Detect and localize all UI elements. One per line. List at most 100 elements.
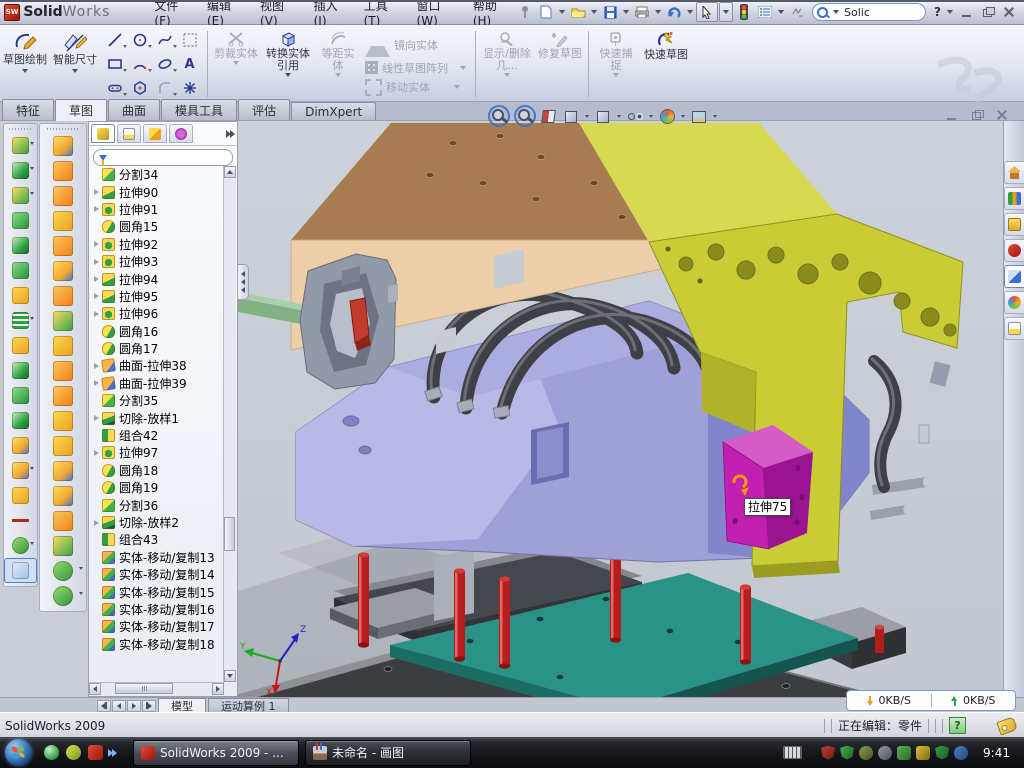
expand-arrow-icon[interactable] [91,293,102,299]
options-caret-icon[interactable] [778,10,784,14]
tray-volume-icon[interactable] [878,746,892,760]
undercut-analysis-icon[interactable] [40,233,86,258]
save-icon[interactable] [600,3,620,21]
tray-signal-icon[interactable] [897,746,911,760]
hide-show-items-icon[interactable] [626,107,644,125]
save-caret-icon[interactable] [623,10,629,14]
quicklaunch-messenger-icon[interactable] [44,745,59,760]
split-body-icon[interactable] [4,383,37,408]
expand-arrow-icon[interactable] [91,380,102,386]
featuremanager-tab[interactable] [91,124,115,143]
print-icon[interactable] [632,3,652,21]
expand-arrow-icon[interactable] [91,276,102,282]
dimxpertmanager-tab[interactable] [169,124,193,143]
parting-line-icon[interactable] [40,133,86,158]
delete-body-icon[interactable] [4,408,37,433]
core-icon[interactable] [40,433,86,458]
spline-tool-icon[interactable] [152,28,177,52]
search-box[interactable]: Solic [812,3,926,21]
point-tool-icon[interactable] [177,76,202,100]
appearances-icon[interactable] [1004,291,1024,314]
tree-item[interactable]: 拉伸90 [91,183,223,200]
toolbar-grip[interactable] [47,126,79,131]
extruded-cut-icon[interactable] [4,233,37,258]
extruded-boss-icon[interactable] [4,133,37,158]
move-copy-body-icon[interactable] [4,433,37,458]
dropdown-caret-icon[interactable] [649,115,653,118]
zoom-area-icon[interactable] [514,105,536,127]
shell-icon[interactable] [4,258,37,283]
scale-icon[interactable] [40,258,86,283]
dropdown-caret-icon[interactable] [617,115,621,118]
appearance-icon[interactable] [658,107,676,125]
tree-item[interactable]: 实体-移动/复制17 [91,618,223,635]
tree-hscroll-thumb[interactable] [115,683,173,694]
arc-tool-icon[interactable] [127,52,152,76]
dropdown-caret-icon[interactable] [30,142,34,145]
tree-item[interactable]: 实体-移动/复制16 [91,601,223,618]
tree-item[interactable]: 拉伸96 [91,305,223,322]
file-explorer-icon[interactable] [1004,213,1024,236]
doc-tab-运动算例 1[interactable]: 运动算例 1 [208,698,289,713]
section-view-icon[interactable] [540,107,558,125]
next-tab-icon[interactable] [127,700,141,712]
pin-icon[interactable] [515,3,535,21]
scroll-left-icon[interactable] [89,683,101,695]
tree-item[interactable]: 圆角16 [91,323,223,340]
expand-arrow-icon[interactable] [91,189,102,195]
tree-item[interactable]: 实体-移动/复制14 [91,566,223,583]
dropdown-caret-icon[interactable] [713,115,717,118]
offset-surface-icon[interactable] [40,308,86,333]
knit-surface-icon[interactable] [40,333,86,358]
tray-badge-icon[interactable] [859,746,873,760]
rectangle-tool-icon[interactable] [102,52,127,76]
tree-item[interactable]: 组合43 [91,531,223,548]
dropdown-caret-icon[interactable] [30,167,34,170]
axis-icon[interactable] [4,508,37,533]
tab-DimXpert[interactable]: DimXpert [291,102,376,120]
ellipse-tool-icon[interactable] [152,52,177,76]
undo-icon[interactable] [664,3,684,21]
move-entities-button[interactable]: 移动实体 [365,79,468,96]
convert-caret-icon[interactable] [285,73,291,77]
tag-icon[interactable] [996,716,1018,735]
search-caret-icon[interactable] [833,10,839,14]
zoom-fit-icon[interactable] [488,105,510,127]
custom-properties-icon[interactable] [1004,317,1024,340]
dropdown-caret-icon[interactable] [30,192,34,195]
tree-item[interactable]: 分割34 [91,166,223,183]
select-tool-icon[interactable] [696,2,718,22]
tray-shield-red-icon[interactable] [821,746,835,760]
taskbar-task[interactable]: SolidWorks 2009 - ... [133,740,299,766]
tree-item[interactable]: 圆角19 [91,479,223,496]
tree-vertical-scrollbar[interactable] [223,166,236,682]
parting-surface-icon[interactable] [40,158,86,183]
tree-item[interactable]: 拉伸93 [91,253,223,270]
scroll-down-icon[interactable] [224,670,236,682]
doc-tab-模型[interactable]: 模型 [158,698,206,713]
tree-item[interactable]: 拉伸91 [91,201,223,218]
open-icon[interactable] [568,3,588,21]
dropdown-caret-icon[interactable] [30,542,34,545]
window-restore-button[interactable] [980,5,997,20]
expand-arrow-icon[interactable] [91,206,102,212]
tree-item[interactable]: 实体-移动/复制13 [91,549,223,566]
open-caret-icon[interactable] [591,10,597,14]
shut-off-surface-icon[interactable] [40,183,86,208]
status-help-icon[interactable]: ? [949,717,966,734]
scroll-right-icon[interactable] [212,683,224,695]
display-delete-relations-button[interactable]: 显示/删除几... [479,27,535,101]
print-caret-icon[interactable] [655,10,661,14]
rapid-sketch-button[interactable]: 快速草图 [640,27,692,101]
combine-bodies-icon[interactable] [4,358,37,383]
search-icon[interactable] [1004,239,1024,262]
expand-arrow-icon[interactable] [91,311,102,317]
chamfer-icon[interactable] [4,208,37,233]
expand-arrow-icon[interactable] [91,259,102,265]
draft-analysis-icon[interactable] [40,208,86,233]
smart-dimension-caret-icon[interactable] [72,69,78,73]
scroll-up-icon[interactable] [224,166,236,178]
tree-item[interactable]: 组合42 [91,427,223,444]
expand-arrow-icon[interactable] [91,241,102,247]
circle-tool-icon[interactable] [127,28,152,52]
